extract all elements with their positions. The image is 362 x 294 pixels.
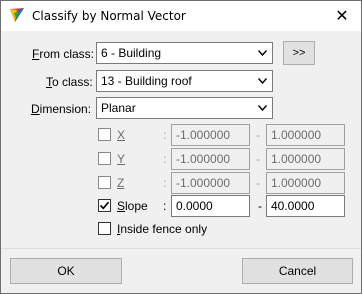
chevron-down-icon bbox=[254, 44, 271, 62]
x-label-text: X bbox=[117, 128, 126, 142]
y-min-value: -1.000000 bbox=[176, 152, 231, 166]
z-min-field[interactable]: -1.000000 bbox=[171, 172, 250, 194]
z-max-value: 1.000000 bbox=[271, 176, 322, 190]
x-label: X bbox=[117, 128, 125, 142]
y-max-value: 1.000000 bbox=[271, 152, 322, 166]
y-colon: : bbox=[163, 152, 167, 166]
check-icon bbox=[99, 201, 110, 210]
slope-colon: : bbox=[163, 199, 167, 213]
x-min-value: -1.000000 bbox=[176, 128, 231, 142]
cancel-button[interactable]: Cancel bbox=[242, 258, 353, 284]
y-dash: - bbox=[256, 152, 260, 166]
x-dash: - bbox=[256, 128, 260, 142]
ok-button[interactable]: OK bbox=[10, 258, 122, 284]
y-label-text: Y bbox=[117, 152, 126, 166]
chevron-down-icon bbox=[254, 99, 271, 117]
to-class-dropdown[interactable]: 13 - Building roof bbox=[96, 70, 273, 92]
close-button[interactable]: ✕ bbox=[327, 3, 357, 29]
x-checkbox[interactable] bbox=[98, 128, 111, 141]
slope-checkbox[interactable] bbox=[98, 199, 111, 212]
dimension-label-text: imension: bbox=[39, 102, 92, 116]
z-checkbox[interactable] bbox=[98, 176, 111, 189]
ok-button-label: OK bbox=[57, 264, 75, 278]
title-bar[interactable]: Classify by Normal Vector ✕ bbox=[1, 1, 361, 31]
from-class-dropdown[interactable]: 6 - Building bbox=[96, 42, 273, 64]
from-class-label: From class: bbox=[32, 47, 94, 61]
y-max-field[interactable]: 1.000000 bbox=[266, 148, 345, 170]
z-label-text: Z bbox=[117, 176, 125, 190]
z-min-value: -1.000000 bbox=[176, 176, 231, 190]
x-max-field[interactable]: 1.000000 bbox=[266, 124, 345, 146]
to-class-label-text: o class: bbox=[52, 75, 93, 89]
dialog-window: Classify by Normal Vector ✕ From class: … bbox=[0, 0, 362, 294]
dimension-dropdown[interactable]: Planar bbox=[96, 97, 273, 119]
x-min-field[interactable]: -1.000000 bbox=[171, 124, 250, 146]
cancel-button-label: Cancel bbox=[278, 264, 317, 278]
slope-min-field[interactable]: 0.0000 bbox=[171, 195, 250, 217]
z-label: Z bbox=[117, 176, 124, 190]
slope-label-text: lope bbox=[125, 199, 148, 213]
slope-accesskey: S bbox=[117, 199, 126, 213]
slope-min-value: 0.0000 bbox=[176, 199, 213, 213]
z-colon: : bbox=[163, 176, 167, 190]
slope-dash: - bbox=[258, 199, 262, 213]
x-max-value: 1.000000 bbox=[271, 128, 322, 142]
z-max-field[interactable]: 1.000000 bbox=[266, 172, 345, 194]
to-class-label: To class: bbox=[46, 75, 93, 89]
from-class-label-text: rom class: bbox=[39, 47, 95, 61]
dimension-value: Planar bbox=[101, 101, 136, 115]
from-class-value: 6 - Building bbox=[101, 46, 162, 60]
close-icon: ✕ bbox=[335, 6, 349, 25]
slope-max-field[interactable]: 40.0000 bbox=[266, 195, 345, 217]
dimension-label: Dimension: bbox=[31, 102, 91, 116]
y-checkbox[interactable] bbox=[98, 152, 111, 165]
chevron-down-icon bbox=[254, 72, 271, 90]
dimension-accesskey: D bbox=[31, 102, 40, 116]
app-tool-icon bbox=[10, 8, 24, 22]
inside-fence-checkbox[interactable] bbox=[98, 222, 111, 235]
more-button[interactable]: >> bbox=[283, 41, 315, 65]
slope-max-value: 40.0000 bbox=[271, 199, 315, 213]
inside-fence-label-text: nside fence only bbox=[120, 222, 208, 236]
to-class-value: 13 - Building roof bbox=[101, 74, 192, 88]
window-title: Classify by Normal Vector bbox=[32, 9, 186, 23]
x-colon: : bbox=[163, 128, 167, 142]
z-dash: - bbox=[256, 176, 260, 190]
more-button-label: >> bbox=[292, 47, 306, 59]
y-min-field[interactable]: -1.000000 bbox=[171, 148, 250, 170]
inside-fence-label: Inside fence only bbox=[117, 222, 207, 236]
y-label: Y bbox=[117, 152, 125, 166]
slope-label: Slope bbox=[117, 199, 148, 213]
